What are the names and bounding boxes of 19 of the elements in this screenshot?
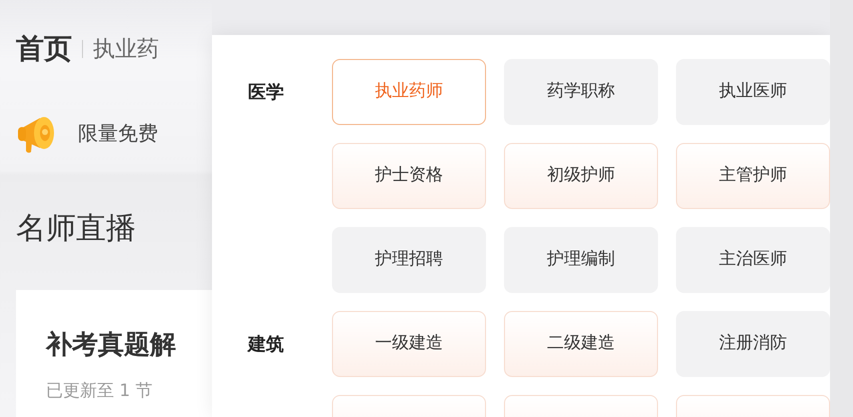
category-option[interactable]: 初级护师 bbox=[504, 143, 658, 209]
category-option[interactable]: 主管护师 bbox=[676, 143, 830, 209]
category-option[interactable]: 执业医师 bbox=[676, 59, 830, 125]
category-option[interactable]: 二级建造 bbox=[504, 311, 658, 377]
course-subtitle: 已更新至 1 节 bbox=[46, 380, 154, 403]
exam-selector[interactable]: 执业药 bbox=[93, 32, 159, 66]
category-option[interactable]: 护士资格 bbox=[332, 143, 486, 209]
category-option[interactable]: 注册消防 bbox=[676, 311, 830, 377]
category-option[interactable]: 药学职称 bbox=[504, 59, 658, 125]
notice-text: 限量免费 bbox=[78, 120, 158, 147]
category-option[interactable]: 护理招聘 bbox=[332, 227, 486, 293]
course-title: 补考真题解 bbox=[46, 329, 177, 362]
page-title: 首页 bbox=[16, 31, 72, 67]
category-option[interactable]: 护理编制 bbox=[504, 227, 658, 293]
group-label: 医学 bbox=[248, 81, 284, 105]
section-title: 名师直播 bbox=[16, 211, 136, 246]
category-option[interactable]: 主治医师 bbox=[676, 227, 830, 293]
group-label: 建筑 bbox=[248, 333, 284, 357]
category-option[interactable]: 一级建造 bbox=[332, 311, 486, 377]
